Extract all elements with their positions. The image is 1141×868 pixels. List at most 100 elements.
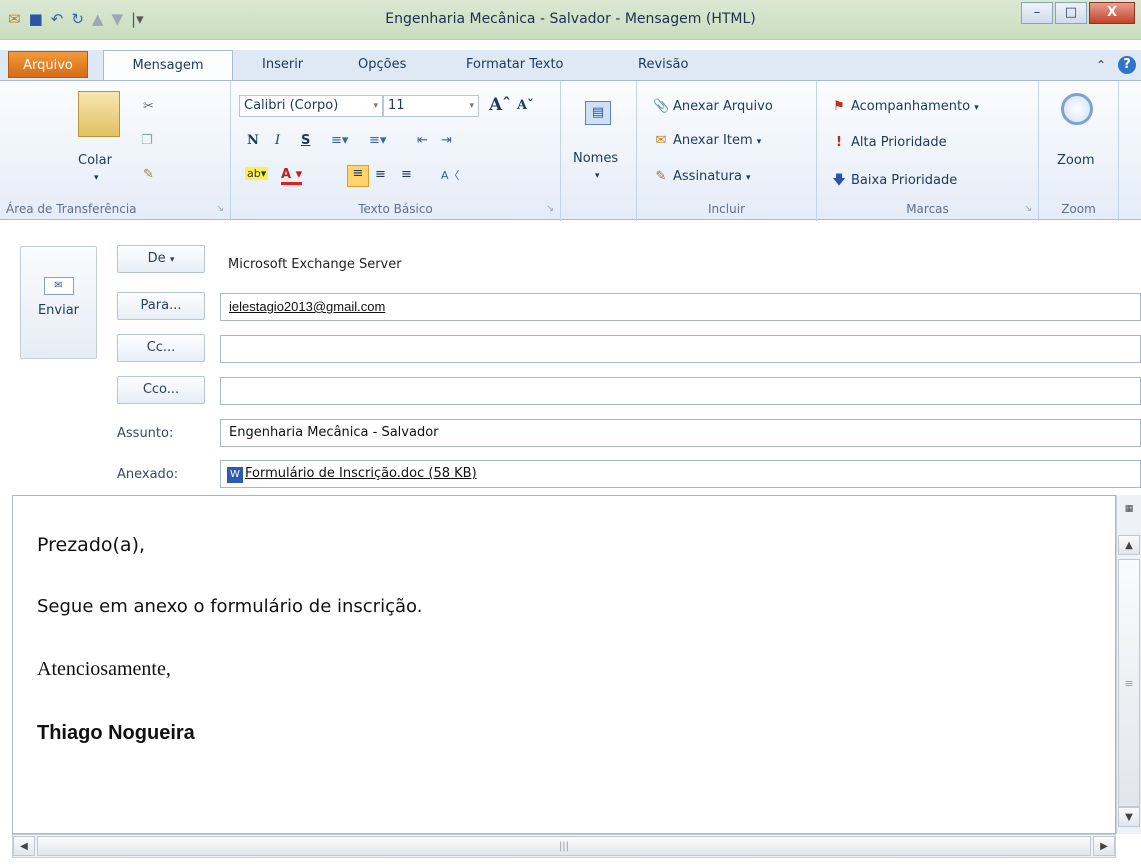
high-priority-button[interactable]: ! Alta Prioridade (831, 135, 947, 150)
from-button[interactable]: De ▾ (117, 245, 205, 273)
names-dropdown-icon[interactable]: ▾ (595, 171, 600, 181)
vertical-scrollbar[interactable]: ▦ ▲ ≡ ▼ (1116, 495, 1141, 834)
subject-field[interactable]: Engenharia Mecânica - Salvador (220, 419, 1141, 447)
signature-button[interactable]: ✎ Assinatura ▾ (653, 169, 751, 184)
zoom-button[interactable]: Zoom (1057, 153, 1094, 168)
attach-file-label: Anexar Arquivo (673, 99, 773, 114)
cut-icon[interactable]: ✂ (143, 99, 154, 114)
exclamation-icon: ! (836, 135, 842, 150)
tab-format-text[interactable]: Formatar Texto (466, 50, 564, 80)
paste-button[interactable]: Colar (78, 153, 112, 168)
follow-up-button[interactable]: ⚑ Acompanhamento ▾ (831, 99, 979, 114)
help-icon[interactable]: ? (1118, 56, 1136, 74)
maximize-button[interactable]: □ (1055, 2, 1087, 24)
tab-review[interactable]: Revisão (638, 50, 688, 80)
increase-indent-icon[interactable]: ⇥ (441, 133, 452, 148)
scroll-thumb[interactable]: ≡ (1118, 559, 1140, 807)
cc-button[interactable]: Cc... (117, 334, 205, 362)
format-painter-icon[interactable]: ✎ (143, 167, 154, 182)
highlight-icon[interactable]: ab▾ (245, 167, 269, 180)
tab-file[interactable]: Arquivo (8, 51, 88, 78)
high-priority-label: Alta Prioridade (851, 135, 947, 150)
bcc-button[interactable]: Cco... (117, 376, 205, 404)
clipboard-group-label: Área de Transferência (6, 202, 137, 216)
basic-text-group-label: Texto Básico (358, 202, 433, 216)
grow-font-icon[interactable]: Aˆ (489, 95, 511, 115)
split-icon[interactable]: ▦ (1118, 501, 1140, 517)
font-color-icon[interactable]: A ▾ (281, 167, 303, 185)
low-priority-button[interactable]: 🡇 Baixa Prioridade (831, 171, 957, 193)
include-group-label: Incluir (708, 202, 745, 216)
attach-file-button[interactable]: 📎 Anexar Arquivo (653, 99, 773, 114)
attachment-link[interactable]: Formulário de Inscrição.doc (58 KB) (245, 466, 477, 481)
align-right-icon[interactable]: ≡ (401, 167, 412, 182)
from-value: Microsoft Exchange Server (228, 257, 402, 272)
send-label: Enviar (37, 303, 80, 318)
minimize-button[interactable]: – (1021, 2, 1053, 24)
subject-label: Assunto: (117, 426, 174, 441)
shrink-font-icon[interactable]: Aˇ (517, 98, 534, 113)
body-line: Segue em anexo o formulário de inscrição… (37, 596, 423, 617)
bullets-icon[interactable]: ≡▾ (331, 133, 348, 148)
close-button[interactable]: X (1089, 2, 1135, 24)
from-label: De (147, 251, 166, 266)
down-arrow-icon: 🡇 (832, 173, 846, 188)
to-button[interactable]: Para... (117, 292, 205, 320)
font-size-combo[interactable]: 11 ▾ (383, 95, 479, 117)
copy-icon[interactable]: ❐ (141, 133, 153, 148)
send-icon: ✉ (43, 277, 74, 295)
low-priority-label: Baixa Prioridade (851, 173, 958, 188)
zoom-group-label: Zoom (1061, 202, 1096, 216)
message-body[interactable]: Prezado(a), Segue em anexo o formulário … (12, 495, 1116, 834)
bcc-field[interactable] (220, 377, 1141, 405)
tab-message[interactable]: Mensagem (103, 50, 233, 81)
address-book-icon[interactable]: ▤ (585, 101, 611, 125)
signature-icon: ✎ (655, 169, 667, 184)
message-header-form: ✉ Enviar De ▾ Microsoft Exchange Server … (0, 221, 1141, 494)
tab-options[interactable]: Opções (358, 50, 406, 80)
group-basic-text: Calibri (Corpo) ▾ 11 ▾ Aˆ Aˇ N I S ≡▾ ≡▾ ⇤… (231, 81, 561, 221)
horizontal-scrollbar[interactable]: ◀ ||| ▶ (12, 834, 1116, 858)
window-controls: – □ X (1019, 2, 1135, 24)
scroll-right-arrow[interactable]: ▶ (1093, 836, 1115, 856)
scroll-down-arrow[interactable]: ▼ (1118, 807, 1140, 827)
body-signature: Thiago Nogueira (37, 722, 195, 744)
scroll-left-arrow[interactable]: ◀ (13, 836, 35, 856)
attached-label: Anexado: (117, 467, 179, 482)
attach-item-button[interactable]: ✉ Anexar Item ▾ (653, 133, 762, 148)
attach-item-label: Anexar Item (673, 133, 753, 148)
to-recipient[interactable]: ielestagio2013@gmail.com (229, 299, 385, 314)
minimize-ribbon-icon[interactable]: ⌃ (1096, 50, 1106, 80)
names-button[interactable]: Nomes (573, 151, 618, 166)
decrease-indent-icon[interactable]: ⇤ (417, 133, 428, 148)
scroll-up-arrow[interactable]: ▲ (1118, 535, 1140, 555)
group-names: ▤ Nomes ▾ (561, 81, 637, 221)
cc-field[interactable] (220, 335, 1141, 363)
align-center-icon[interactable]: ≡ (375, 167, 386, 182)
paste-dropdown-icon[interactable]: ▾ (94, 173, 99, 183)
bold-button[interactable]: N (247, 133, 259, 148)
send-button[interactable]: ✉ Enviar (20, 246, 97, 359)
signature-label: Assinatura (673, 169, 742, 184)
italic-button[interactable]: I (275, 133, 280, 148)
tags-group-label: Marcas (906, 202, 949, 216)
font-name-value: Calibri (Corpo) (244, 98, 339, 113)
group-zoom: Zoom Zoom (1039, 81, 1119, 221)
basic-text-launcher-icon[interactable]: ↘ (546, 204, 554, 214)
numbering-icon[interactable]: ≡▾ (369, 133, 386, 148)
clipboard-launcher-icon[interactable]: ↘ (216, 204, 224, 214)
group-clipboard: Colar ▾ ✂ ❐ ✎ Área de Transferência ↘ (0, 81, 231, 221)
magnifier-icon[interactable] (1061, 93, 1093, 125)
tags-launcher-icon[interactable]: ↘ (1024, 204, 1032, 214)
to-field[interactable]: ielestagio2013@gmail.com (220, 293, 1141, 321)
group-tags: ⚑ Acompanhamento ▾ ! Alta Prioridade 🡇 Baix… (817, 81, 1039, 221)
horizontal-scroll-thumb[interactable]: ||| (37, 836, 1091, 856)
tab-insert[interactable]: Inserir (262, 50, 303, 80)
clear-formatting-icon[interactable]: A〈 (441, 167, 460, 183)
follow-up-label: Acompanhamento (851, 99, 971, 114)
paste-icon[interactable] (78, 91, 120, 137)
align-left-icon[interactable]: ≡ (347, 165, 369, 187)
paperclip-icon: 📎 (653, 99, 670, 114)
underline-button[interactable]: S (301, 133, 310, 148)
font-name-combo[interactable]: Calibri (Corpo) ▾ (239, 95, 383, 117)
